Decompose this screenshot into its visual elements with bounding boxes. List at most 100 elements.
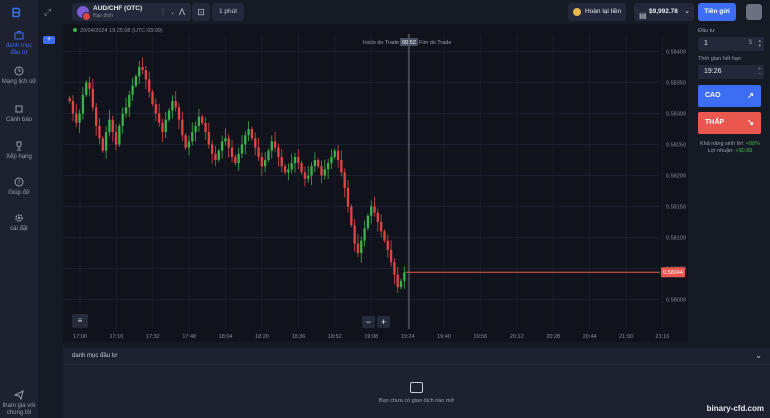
fullscreen-icon[interactable]: ⤢ bbox=[44, 7, 54, 17]
balance-value: $9,992.78 bbox=[649, 8, 678, 15]
candle-body bbox=[386, 240, 389, 250]
sidebar-item-join[interactable]: tham gia với chúng tôi bbox=[0, 390, 38, 417]
candle-body bbox=[317, 160, 320, 167]
candle-body bbox=[399, 280, 403, 288]
candle-body bbox=[95, 107, 98, 126]
candle-body bbox=[101, 138, 104, 151]
candle-body bbox=[250, 129, 254, 139]
zoom-in-button[interactable]: + bbox=[377, 316, 390, 328]
candle-body bbox=[144, 70, 148, 80]
candle-body bbox=[237, 153, 240, 164]
sliders-icon: ≡ bbox=[77, 316, 83, 325]
candle-body bbox=[184, 135, 187, 148]
sidebar-item-portfolio[interactable]: danh mục đầu tư bbox=[0, 30, 38, 57]
candle-body bbox=[244, 135, 247, 145]
candle-body bbox=[224, 138, 227, 142]
stepper-icon[interactable]: + − bbox=[758, 67, 761, 77]
candle-body bbox=[181, 119, 184, 136]
timeframe-button[interactable]: 1 phút bbox=[212, 3, 244, 21]
indicators-button[interactable]: ⫶ bbox=[154, 3, 172, 21]
candle-body bbox=[118, 125, 121, 145]
x-tick-label: 20:12 bbox=[510, 334, 524, 340]
portfolio-title: danh mục đầu tư bbox=[72, 353, 118, 359]
add-tab-button[interactable]: + bbox=[43, 36, 55, 44]
candle-body bbox=[85, 82, 88, 95]
candle-body bbox=[88, 82, 91, 89]
candle-body bbox=[121, 113, 124, 126]
candle-body bbox=[277, 147, 280, 157]
gear-icon bbox=[15, 214, 23, 222]
x-tick-label: 19:40 bbox=[437, 334, 451, 340]
candle-body bbox=[204, 122, 207, 133]
candle-body bbox=[194, 125, 197, 133]
candle-body bbox=[300, 163, 303, 173]
x-tick-label: 17:16 bbox=[110, 334, 124, 340]
drawing-button[interactable]: Λ bbox=[173, 3, 191, 21]
amount-input[interactable]: 1 $ ▴ ▾ bbox=[698, 37, 764, 51]
chevron-down-icon[interactable]: ⌄ bbox=[755, 351, 762, 360]
candle-body bbox=[191, 132, 194, 142]
telegram-icon bbox=[14, 390, 24, 400]
candle-body bbox=[98, 125, 101, 139]
top-bar: ⤢ AUD/CHF (OTC) Hạn định ⌄ ⫶ Λ ⊡ 1 phút … bbox=[38, 0, 770, 24]
candle-body bbox=[247, 129, 250, 136]
candle-body bbox=[350, 206, 353, 226]
sidebar-item-settings[interactable]: cài đặt bbox=[0, 213, 38, 233]
deposit-button[interactable]: Tiền gửi bbox=[698, 3, 736, 21]
candle-body bbox=[273, 141, 277, 148]
candle-body bbox=[336, 150, 340, 160]
trade-timer: 00:52 bbox=[402, 40, 416, 46]
arrow-up-right-icon: ↗ bbox=[747, 91, 754, 100]
svg-text:?: ? bbox=[17, 180, 20, 187]
x-tick-label: 21:00 bbox=[619, 334, 633, 340]
candle-body bbox=[267, 150, 270, 160]
candle-body bbox=[353, 225, 356, 244]
candle-body bbox=[293, 156, 297, 164]
candle-body bbox=[210, 144, 214, 154]
y-tick-label: 0.58200 bbox=[666, 174, 686, 180]
price-chart[interactable]: 0.58400 0.58350 0.58300 0.58250 0.58200 0.581… bbox=[63, 24, 688, 342]
candle-body bbox=[270, 141, 273, 151]
candle-body bbox=[303, 172, 307, 179]
avatar[interactable] bbox=[746, 4, 762, 20]
logo-icon[interactable]: ᗷ bbox=[12, 6, 26, 20]
candle-body bbox=[260, 156, 264, 167]
refund-button[interactable]: Hoàn lại tiền bbox=[568, 3, 626, 21]
chart-type-button[interactable]: ⊡ bbox=[192, 3, 210, 21]
chart-canvas[interactable]: 0.58400 0.58350 0.58300 0.58250 0.58200 0.581… bbox=[63, 24, 688, 342]
history-icon bbox=[14, 66, 24, 76]
amount-value: 1 bbox=[704, 40, 708, 47]
candle-body bbox=[287, 169, 290, 173]
zoom-out-button[interactable]: − bbox=[362, 316, 375, 328]
candle-body bbox=[280, 156, 283, 167]
higher-label: CAO bbox=[705, 92, 721, 99]
candle-body bbox=[283, 166, 287, 173]
sidebar-item-help[interactable]: ? Giúp đỡ bbox=[0, 177, 38, 197]
sidebar-item-history[interactable]: Mạng lịch sử bbox=[0, 66, 38, 86]
candle-body bbox=[114, 132, 118, 145]
candle-body bbox=[75, 113, 78, 123]
candle-body bbox=[320, 166, 323, 176]
candle-body bbox=[148, 79, 151, 92]
indicator-settings-button[interactable]: ≡ bbox=[72, 314, 88, 328]
portfolio-header[interactable]: danh mục đầu tư ⌄ bbox=[63, 348, 770, 365]
candle-body bbox=[330, 156, 333, 164]
candle-body bbox=[333, 150, 336, 157]
payout-label: Khả năng sinh lời: bbox=[699, 141, 745, 147]
candle-body bbox=[154, 104, 157, 114]
lower-button[interactable]: THẤP ↘ bbox=[698, 112, 761, 134]
trade-end-label: Fim do Trade bbox=[419, 40, 451, 46]
higher-button[interactable]: CAO ↗ bbox=[698, 85, 761, 107]
balance-selector[interactable]: ▤ $9,992.78 ⌄ bbox=[634, 3, 694, 21]
stepper-icon[interactable]: ▴ ▾ bbox=[758, 39, 761, 49]
candle-body bbox=[71, 101, 75, 114]
candle-body bbox=[234, 156, 237, 164]
sidebar-item-alerts[interactable]: Cảnh báo bbox=[0, 104, 38, 124]
x-tick-label: 20:28 bbox=[546, 334, 560, 340]
y-tick-label: 0.58300 bbox=[666, 112, 686, 118]
expiry-input[interactable]: 19:26 + − bbox=[698, 65, 764, 79]
candle-body bbox=[177, 107, 181, 120]
candle-body bbox=[167, 110, 171, 120]
sidebar-item-ranking[interactable]: Xếp hạng bbox=[0, 141, 38, 161]
candle-body bbox=[264, 160, 267, 167]
